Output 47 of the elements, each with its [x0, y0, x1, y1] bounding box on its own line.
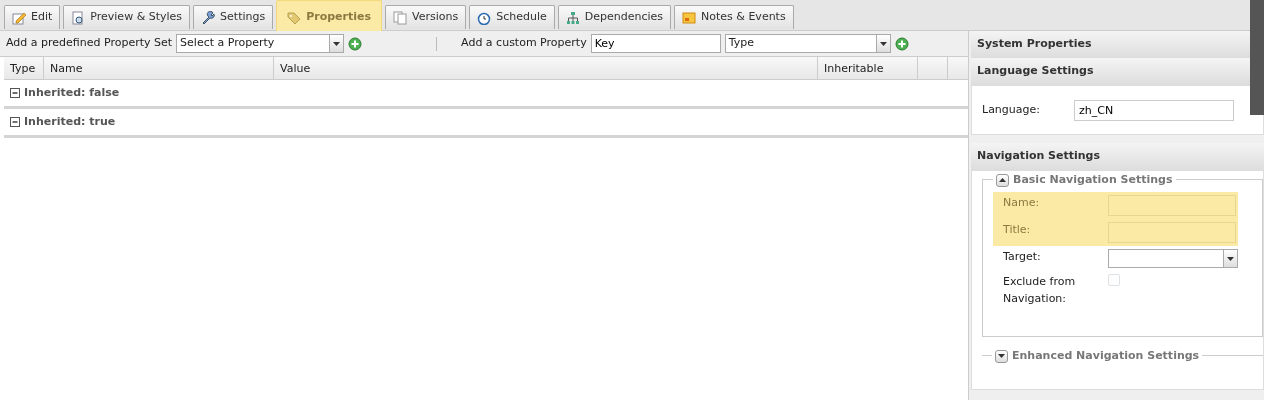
tab[interactable]: Versions: [385, 5, 467, 29]
key-field[interactable]: Key: [590, 34, 721, 53]
group-label: Inherited: false: [24, 84, 120, 101]
document-search-icon: [71, 10, 86, 25]
tag-icon: [287, 10, 302, 25]
add-icon: [348, 36, 363, 51]
field-label: Exclude from Navigation:: [1003, 274, 1077, 307]
tab[interactable]: Settings: [193, 5, 274, 29]
custom-property-label: Add a custom Property: [461, 35, 587, 52]
caret-icon: [878, 39, 888, 48]
pages-icon: [393, 10, 408, 25]
column-header: Value: [274, 57, 818, 79]
toggle-button[interactable]: [995, 349, 1008, 363]
predefined-set-label: Add a predefined Property Set: [6, 35, 173, 52]
property-select[interactable]: Select a Property: [176, 34, 345, 53]
wrench-icon: [201, 10, 216, 25]
column-header: Inheritable: [818, 57, 918, 79]
language-field[interactable]: zh_CN: [1074, 99, 1234, 121]
column-header: Type: [4, 57, 44, 79]
section-header: Navigation Settings: [971, 143, 1264, 170]
fieldset-legend: Enhanced Navigation Settings: [1012, 348, 1200, 365]
tab[interactable]: Schedule: [469, 5, 555, 29]
field-label: Title:: [1003, 222, 1032, 238]
pencil-icon: [12, 10, 26, 25]
column-header: Name: [44, 57, 274, 79]
toggle-button[interactable]: [996, 173, 1009, 187]
add-icon: [894, 36, 909, 51]
caret-icon: [332, 39, 342, 48]
group-label: Inherited: true: [24, 113, 116, 130]
type-select[interactable]: Type: [724, 34, 891, 53]
fieldset-legend: Basic Navigation Settings: [1013, 172, 1173, 189]
caret-icon: [1226, 254, 1235, 263]
hierarchy-icon: [565, 10, 580, 25]
tab[interactable]: Edit: [4, 5, 61, 29]
note-icon: [682, 10, 697, 25]
tab[interactable]: Preview & Styles: [63, 5, 191, 29]
down-triangle-icon: [997, 352, 1006, 361]
field-label: Name:: [1003, 195, 1041, 211]
tab[interactable]: Dependencies: [557, 5, 672, 29]
target-select[interactable]: [1108, 249, 1238, 268]
tab[interactable]: Properties: [276, 0, 383, 34]
checkbox[interactable]: [1108, 274, 1120, 286]
field-label: Target:: [1003, 249, 1042, 265]
field-label: Language:: [982, 101, 1041, 118]
up-triangle-icon: [998, 176, 1007, 185]
tab[interactable]: Notes & Events: [674, 5, 794, 29]
alarm-clock-icon: [477, 10, 492, 25]
